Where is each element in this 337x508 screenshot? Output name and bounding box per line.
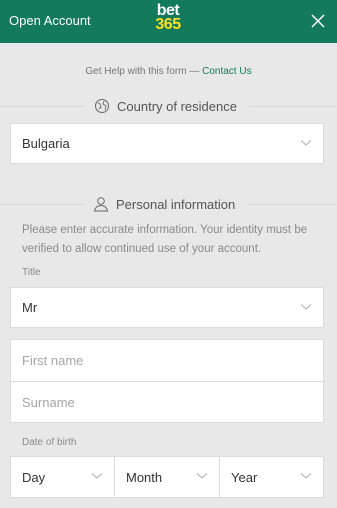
personal-section-heading: Personal information bbox=[0, 194, 337, 214]
section-label: Personal information bbox=[93, 196, 235, 212]
dob-year-value: Year bbox=[231, 469, 258, 485]
country-section-heading: Country of residence bbox=[0, 96, 337, 116]
divider-line bbox=[0, 106, 84, 107]
divider-line bbox=[0, 204, 84, 205]
logo-text-bottom: 365 bbox=[155, 16, 181, 33]
title-value: Mr bbox=[22, 300, 38, 315]
surname-field[interactable]: Surname bbox=[11, 382, 323, 422]
help-line: Get Help with this form — Contact Us bbox=[0, 66, 337, 77]
country-value: Bulgaria bbox=[22, 136, 70, 151]
surname-placeholder: Surname bbox=[22, 394, 75, 410]
title-label: Title bbox=[22, 267, 41, 278]
identity-note: Please enter accurate information. Your … bbox=[22, 224, 308, 255]
brand-logo: bet 365 bbox=[150, 3, 186, 38]
dob-selects: Day Month Year bbox=[10, 456, 324, 498]
dob-year-select[interactable]: Year bbox=[220, 457, 323, 497]
contact-us-link[interactable]: Contact Us bbox=[202, 66, 251, 77]
chevron-down-icon bbox=[196, 473, 208, 479]
chevron-down-icon bbox=[300, 140, 312, 146]
divider-line bbox=[248, 204, 337, 205]
first-name-placeholder: First name bbox=[22, 353, 84, 368]
dob-label: Date of birth bbox=[22, 437, 77, 448]
title-select[interactable]: Mr bbox=[10, 287, 324, 328]
dob-month-select[interactable]: Month bbox=[115, 457, 220, 497]
chevron-down-icon bbox=[91, 473, 103, 479]
first-name-field[interactable]: First name bbox=[11, 340, 323, 381]
close-icon bbox=[311, 14, 325, 28]
name-fields-group: First name Surname bbox=[10, 339, 324, 423]
divider-line bbox=[250, 106, 337, 107]
dob-day-value: Day bbox=[22, 469, 46, 485]
country-select[interactable]: Bulgaria bbox=[10, 123, 324, 164]
person-icon bbox=[93, 197, 109, 212]
dob-day-select[interactable]: Day bbox=[11, 457, 115, 497]
dob-month-value: Month bbox=[126, 469, 163, 485]
section-label: Country of residence bbox=[94, 98, 237, 114]
page-title: Open Account bbox=[9, 13, 91, 28]
close-button[interactable] bbox=[309, 12, 327, 30]
section-title: Personal information bbox=[116, 196, 236, 212]
chevron-down-icon bbox=[300, 304, 312, 310]
chevron-down-icon bbox=[300, 473, 312, 479]
help-text: Get Help with this form — bbox=[85, 66, 200, 77]
section-title: Country of residence bbox=[117, 98, 237, 114]
app-header: Open Account bet 365 bbox=[0, 0, 337, 43]
globe-icon bbox=[95, 99, 109, 113]
